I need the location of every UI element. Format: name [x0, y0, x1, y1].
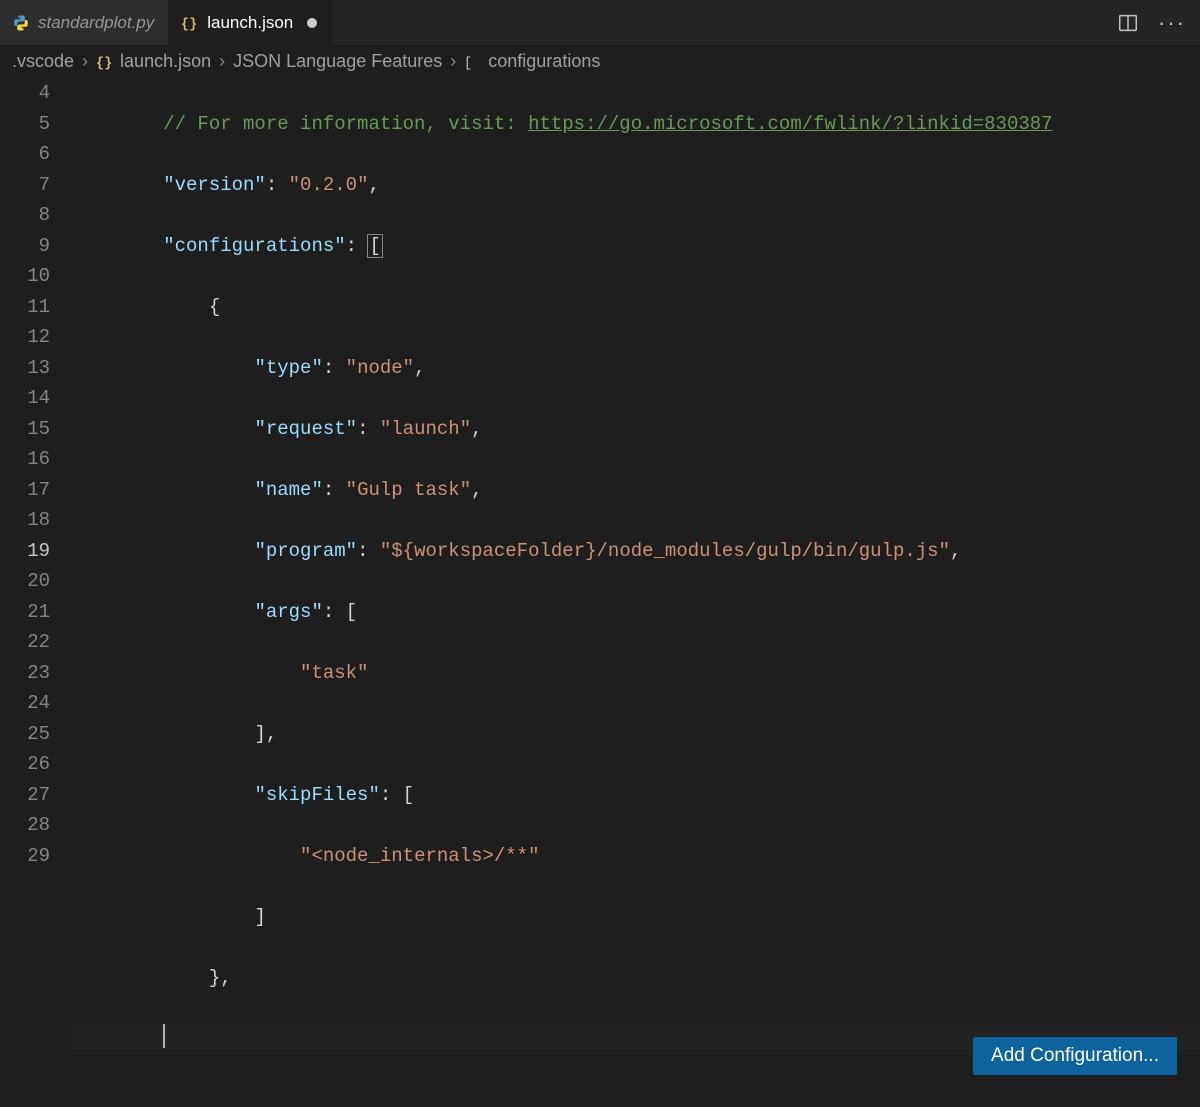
svg-text:{}: {}: [96, 56, 112, 71]
breadcrumb-item-jsonlang[interactable]: JSON Language Features: [233, 51, 442, 72]
svg-text:{}: {}: [181, 17, 197, 32]
breadcrumb-item-vscode[interactable]: .vscode: [12, 51, 74, 72]
breadcrumb-label: JSON Language Features: [233, 51, 442, 72]
svg-text:[ ]: [ ]: [464, 56, 482, 71]
code-editor[interactable]: 4567 891011 12131415 161718 19 20212223 …: [0, 78, 1200, 1107]
tab-label: launch.json: [207, 13, 293, 33]
breadcrumb-item-configurations[interactable]: [ ] configurations: [464, 51, 600, 72]
array-icon: [ ]: [464, 53, 482, 71]
json-file-icon: {}: [181, 14, 199, 32]
code-comment: // For more information, visit:: [163, 113, 528, 135]
python-file-icon: [12, 14, 30, 32]
breadcrumb: .vscode › {} launch.json › JSON Language…: [0, 45, 1200, 78]
split-editor-icon[interactable]: [1116, 11, 1140, 35]
tab-launchjson[interactable]: {} launch.json: [169, 0, 332, 45]
code-link[interactable]: https://go.microsoft.com/fwlink/?linkid=…: [528, 113, 1053, 135]
more-actions-icon[interactable]: ···: [1158, 10, 1186, 36]
breadcrumb-item-launchjson[interactable]: {} launch.json: [96, 51, 211, 72]
breadcrumb-separator-icon: ›: [213, 51, 231, 72]
text-cursor: [163, 1024, 165, 1048]
add-configuration-button[interactable]: Add Configuration...: [973, 1037, 1177, 1075]
breadcrumb-separator-icon: ›: [76, 51, 94, 72]
json-file-icon: {}: [96, 53, 114, 71]
code-content[interactable]: // For more information, visit: https://…: [72, 78, 1200, 1107]
unsaved-indicator-icon: [307, 18, 317, 28]
line-number-gutter: 4567 891011 12131415 161718 19 20212223 …: [0, 78, 72, 1107]
tabbar-right-actions: ···: [1116, 10, 1200, 36]
breadcrumb-label: .vscode: [12, 51, 74, 72]
breadcrumb-separator-icon: ›: [444, 51, 462, 72]
editor-tabbar: standardplot.py {} launch.json ···: [0, 0, 1200, 45]
breadcrumb-label: configurations: [488, 51, 600, 72]
breadcrumb-label: launch.json: [120, 51, 211, 72]
tab-standardplot[interactable]: standardplot.py: [0, 0, 169, 45]
tab-label: standardplot.py: [38, 13, 154, 33]
